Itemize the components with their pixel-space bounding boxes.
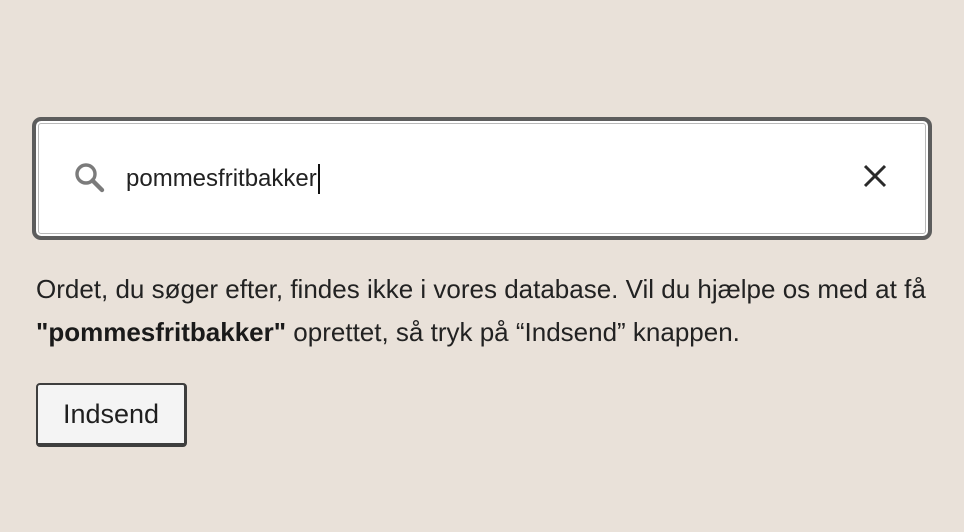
submit-button[interactable]: Indsend: [36, 383, 187, 447]
message-text-end: oprettet, så tryk på “Indsend” knappen.: [286, 317, 740, 347]
search-icon: [73, 161, 107, 195]
not-found-message: Ordet, du søger efter, findes ikke i vor…: [36, 268, 936, 354]
search-box[interactable]: pommesfritbakker: [32, 117, 932, 240]
search-input-value: pommesfritbakker: [126, 165, 317, 192]
clear-search-button[interactable]: [860, 161, 890, 191]
message-text-start: Ordet, du søger efter, findes ikke i vor…: [36, 274, 926, 304]
searched-word: "pommesfritbakker": [36, 317, 287, 347]
text-caret: [317, 164, 320, 194]
close-icon: [863, 164, 887, 188]
search-input[interactable]: pommesfritbakker: [126, 159, 726, 199]
